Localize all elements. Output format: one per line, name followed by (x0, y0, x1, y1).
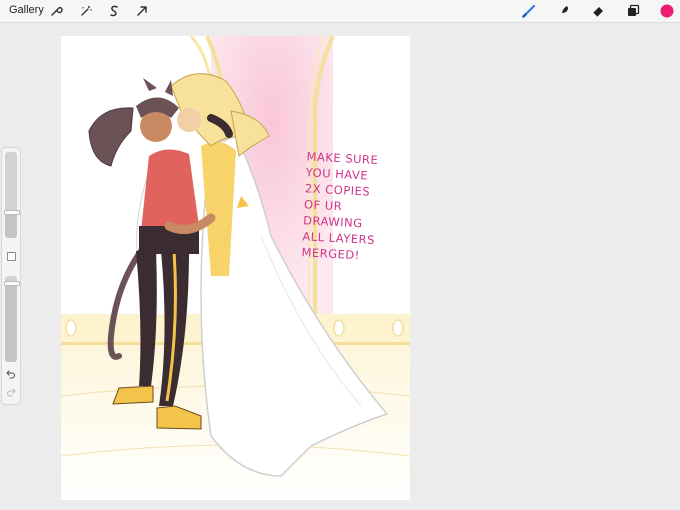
smudge-icon[interactable] (556, 3, 572, 19)
eraser-icon[interactable] (590, 3, 606, 19)
layers-icon[interactable] (625, 3, 641, 19)
brush-size-slider[interactable] (4, 152, 20, 238)
gallery-button[interactable]: Gallery (9, 4, 44, 16)
opacity-knob[interactable] (4, 281, 20, 286)
color-swatch[interactable] (659, 3, 675, 19)
drawing-canvas[interactable]: MAKE SURE YOU HAVE 2X COPIES OF UR DRAWI… (61, 36, 410, 500)
opacity-slider[interactable] (4, 276, 20, 362)
top-toolbar: Gallery (0, 0, 680, 23)
modify-button[interactable] (7, 252, 16, 261)
wrench-icon[interactable] (48, 3, 64, 19)
redo-icon[interactable] (5, 386, 17, 398)
brush-size-knob[interactable] (4, 210, 20, 215)
magic-wand-icon[interactable] (78, 3, 94, 19)
opacity-fill (5, 283, 17, 362)
side-toolbar (1, 147, 21, 405)
brush-size-fill (5, 212, 17, 238)
handwritten-note: MAKE SURE YOU HAVE 2X COPIES OF UR DRAWI… (301, 148, 410, 265)
selection-icon[interactable] (106, 3, 122, 19)
undo-icon[interactable] (5, 368, 17, 380)
brush-icon[interactable] (521, 3, 537, 19)
artwork (61, 36, 410, 500)
transform-arrow-icon[interactable] (134, 3, 150, 19)
